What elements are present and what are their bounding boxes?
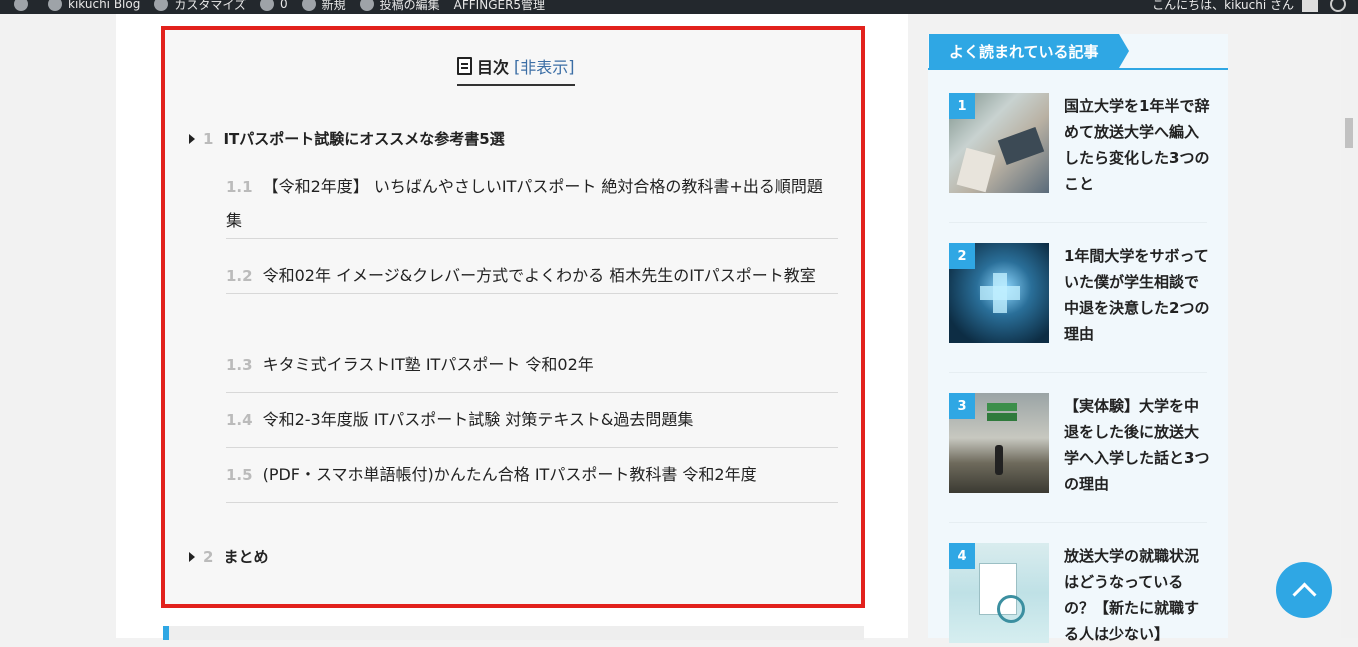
toc-item-1-3[interactable]: 1.3 キタミ式イラストIT塾 ITパスポート 令和02年 [226,348,838,393]
wp-admin-bar: kikuchi Blog カスタマイズ 0 新規 投稿の編集 AFFINGER5… [0,0,1358,14]
scrollbar[interactable] [1341,14,1358,638]
toc-item-number: 1.5 [226,466,253,484]
plus-icon [301,0,316,11]
admin-bar-site-name[interactable]: kikuchi Blog [48,0,140,11]
rank-badge: 1 [949,93,975,119]
toc-item-number: 1.1 [226,178,253,196]
ranking-item-2[interactable]: 2 1年間大学をサボっていた僕が学生相談で中退を決意した2つの理由 [949,243,1210,373]
toc-item-number: 1.4 [226,411,253,429]
document-icon [457,57,472,75]
scroll-to-top-button[interactable] [1276,562,1332,618]
chevron-up-icon [1291,581,1317,607]
toc-item-1-4[interactable]: 1.4 令和2-3年度版 ITパスポート試験 対策テキスト&過去問題集 [226,403,838,448]
brush-icon [154,0,169,11]
toc-toggle-link[interactable]: 非表示 [520,54,568,78]
admin-bar-new[interactable]: 新規 [301,0,346,13]
ranking-title[interactable]: 【実体験】大学を中退をした後に放送大学へ入学した話と3つの理由 [1064,393,1210,497]
toc-item-1-2[interactable]: 1.2 令和02年 イメージ&クレバー方式でよくわかる 栢木先生のITパスポート教… [226,259,838,294]
rank-badge: 2 [949,243,975,269]
toc-item-1[interactable]: 1 ITパスポート試験にオススメな参考書5選 [189,128,505,149]
ranking-item-3[interactable]: 3 【実体験】大学を中退をした後に放送大学へ入学した話と3つの理由 [949,393,1210,523]
admin-bar-greeting[interactable]: こんにちは、kikuchi さん [1152,0,1294,13]
scrollbar-thumb[interactable] [1345,118,1353,148]
admin-bar-edit-post[interactable]: 投稿の編集 [359,0,440,13]
table-of-contents: 目次 [ 非表示 ] 1 ITパスポート試験にオススメな参考書5選 1.1 【令和… [161,26,865,608]
sidebar: よく読まれている記事 1 国立大学を1年半で辞めて放送大学へ編入したら変化した3… [928,34,1228,643]
rank-badge: 4 [949,543,975,569]
toc-item-number: 2 [203,547,214,566]
home-icon [48,0,62,11]
ranking-item-4[interactable]: 4 放送大学の就職状況はどうなっているの？【新たに就職する人は少ない】 [949,543,1207,643]
toc-item-label[interactable]: 令和2-3年度版 ITパスポート試験 対策テキスト&過去問題集 [263,410,694,429]
admin-bar-affinger[interactable]: AFFINGER5管理 [454,0,545,13]
comment-icon [260,0,274,11]
rank-badge: 3 [949,393,975,419]
toc-item-label[interactable]: ITパスポート試験にオススメな参考書5選 [223,128,504,149]
search-icon[interactable] [1330,0,1346,12]
toc-item-label[interactable]: 【令和2年度】 いちばんやさしいITパスポート 絶対合格の教科書+出る順問題集 [226,177,823,230]
toc-item-1-5[interactable]: 1.5 (PDF・スマホ単語帳付)かんたん合格 ITパスポート教科書 令和2年度 [226,458,838,503]
toc-item-2[interactable]: 2 まとめ [189,546,268,567]
ranking-title[interactable]: 国立大学を1年半で辞めて放送大学へ編入したら変化した3つのこと [1064,93,1210,197]
triangle-right-icon [189,133,195,144]
pencil-icon [359,0,374,11]
toc-item-1-1[interactable]: 1.1 【令和2年度】 いちばんやさしいITパスポート 絶対合格の教科書+出る順問… [226,170,838,239]
sidebar-heading: よく読まれている記事 [928,34,1228,70]
toc-title-label: 目次 [477,58,510,77]
toc-title: 目次 [ 非表示 ] [457,54,575,86]
ranking-title[interactable]: 1年間大学をサボっていた僕が学生相談で中退を決意した2つの理由 [1064,243,1210,347]
toc-item-label[interactable]: キタミ式イラストIT塾 ITパスポート 令和02年 [263,355,594,374]
toc-item-number: 1.3 [226,356,253,374]
triangle-right-icon [189,551,195,562]
avatar[interactable] [1302,0,1318,12]
admin-bar-comments[interactable]: 0 [260,0,288,11]
sidebar-heading-label: よく読まれている記事 [929,34,1129,68]
wp-logo-icon[interactable] [14,0,34,11]
ranking-item-1[interactable]: 1 国立大学を1年半で辞めて放送大学へ編入したら変化した3つのこと [949,93,1210,223]
toc-item-number: 1.2 [226,267,253,285]
toggle-bracket-close: ] [568,56,575,76]
admin-bar-customize[interactable]: カスタマイズ [154,0,246,13]
toc-item-label[interactable]: (PDF・スマホ単語帳付)かんたん合格 ITパスポート教科書 令和2年度 [263,465,757,484]
ranking-title[interactable]: 放送大学の就職状況はどうなっているの？【新たに就職する人は少ない】 [1064,543,1210,647]
toc-item-number: 1 [203,129,214,148]
toc-item-label[interactable]: まとめ [223,546,268,567]
toc-item-label[interactable]: 令和02年 イメージ&クレバー方式でよくわかる 栢木先生のITパスポート教室 [263,266,816,285]
